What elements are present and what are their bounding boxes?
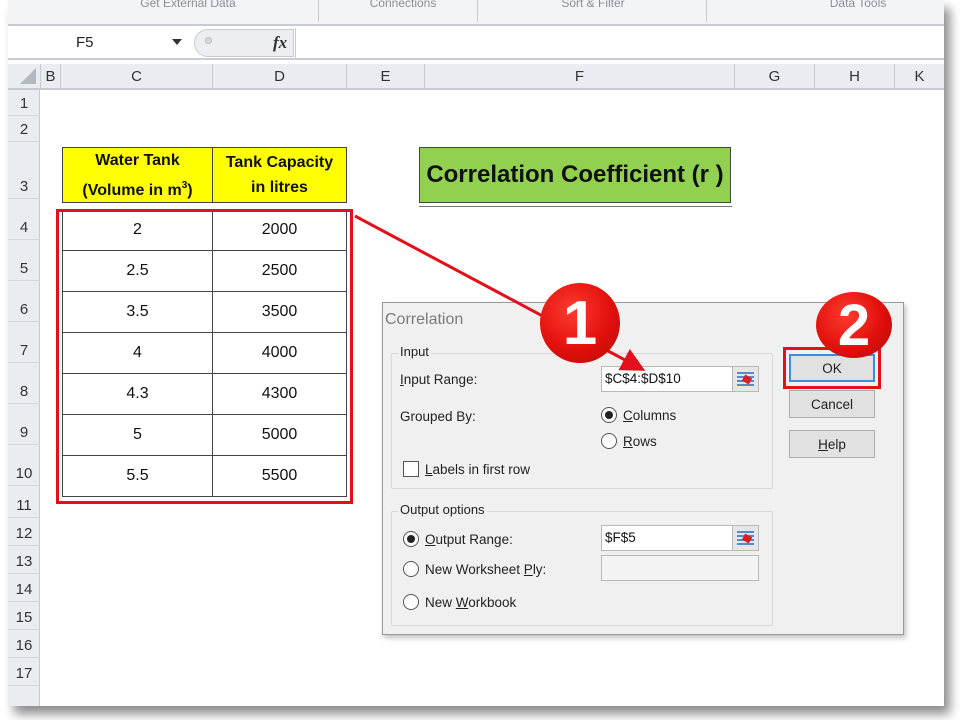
row-header[interactable]: 15	[8, 602, 40, 630]
output-options-label: Output options	[398, 502, 487, 517]
insert-function-icon[interactable]: fx	[273, 33, 287, 53]
ribbon-group-get-external-data: Get External Data	[140, 0, 236, 10]
column-header-g[interactable]: G	[734, 64, 814, 90]
column-header-k[interactable]: K	[894, 64, 944, 90]
new-workbook-radio[interactable]	[403, 594, 419, 610]
ribbon-group-data-tools: Data Tools	[829, 0, 887, 10]
chevron-down-icon[interactable]	[172, 39, 182, 45]
row-header[interactable]: 3	[8, 142, 40, 199]
input-range-label: Input Range:	[400, 372, 478, 387]
row-header[interactable]: 16	[8, 630, 40, 658]
row-header[interactable]: 10	[8, 445, 40, 486]
output-range-label[interactable]: Output Range:	[425, 532, 513, 547]
row-header[interactable]: 14	[8, 574, 40, 602]
column-header-d[interactable]: D	[212, 64, 346, 90]
step-2-badge: 2	[816, 292, 892, 358]
cancel-button[interactable]: Cancel	[789, 390, 875, 418]
input-range-field[interactable]: $C$4:$D$10	[601, 366, 759, 392]
labels-first-row-checkbox[interactable]	[403, 461, 419, 477]
row-header[interactable]: 7	[8, 322, 40, 363]
header-water-tank-line1: Water Tank	[95, 151, 180, 169]
title-underline	[419, 206, 732, 207]
header-tank-capacity: Tank Capacity in litres	[212, 147, 347, 203]
formula-bar-controls: fx	[194, 29, 294, 57]
new-worksheet-label[interactable]: New Worksheet Ply:	[425, 562, 546, 577]
header-tank-capacity-line1: Tank Capacity	[225, 154, 334, 171]
formula-input[interactable]	[295, 28, 944, 58]
new-worksheet-radio[interactable]	[403, 561, 419, 577]
row-headers: 1 2 3 4 5 6 7 8 9 10 11 12 13 14 15 16 17	[8, 90, 40, 706]
input-range-highlight	[56, 209, 353, 504]
ribbon-group-connections: Connections	[369, 0, 437, 10]
screenshot-frame: Get External Data Connections Sort & Fil…	[0, 0, 960, 720]
step-1-badge: 1	[540, 283, 620, 363]
name-box[interactable]: F5	[8, 28, 193, 58]
row-header[interactable]: 17	[8, 658, 40, 686]
columns-radio-label[interactable]: Columns	[623, 408, 676, 423]
select-all-corner[interactable]	[20, 68, 36, 84]
column-header-c[interactable]: C	[60, 64, 212, 90]
correlation-title-box: Correlation Coefficient (r )	[419, 147, 731, 203]
row-header[interactable]: 9	[8, 404, 40, 445]
row-header[interactable]: 6	[8, 281, 40, 322]
columns-radio[interactable]	[601, 407, 617, 423]
row-header[interactable]: 1	[8, 90, 40, 116]
column-headers: B C D E F G H K	[8, 64, 944, 90]
row-header[interactable]: 5	[8, 240, 40, 281]
row-header[interactable]: 4	[8, 199, 40, 240]
header-water-tank: Water Tank (Volume in m3)	[62, 147, 213, 203]
row-header[interactable]: 2	[8, 116, 40, 142]
output-range-value: $F$5	[605, 530, 636, 545]
dialog-title: Correlation	[385, 311, 464, 328]
new-worksheet-field[interactable]	[601, 555, 759, 581]
range-selector-button[interactable]	[732, 526, 758, 550]
range-selector-button[interactable]	[732, 367, 758, 391]
row-header[interactable]: 8	[8, 363, 40, 404]
output-range-radio[interactable]	[403, 531, 419, 547]
name-box-value: F5	[76, 34, 94, 51]
input-group-label: Input	[398, 344, 431, 359]
column-header-h[interactable]: H	[814, 64, 894, 90]
column-header-e[interactable]: E	[346, 64, 424, 90]
row-header[interactable]: 13	[8, 546, 40, 574]
output-range-field[interactable]: $F$5	[601, 525, 759, 551]
help-button[interactable]: Help	[789, 430, 875, 458]
grouped-by-label: Grouped By:	[400, 409, 476, 424]
ribbon-group-labels: Get External Data Connections Sort & Fil…	[8, 0, 944, 26]
row-header[interactable]: 11	[8, 486, 40, 518]
rows-radio[interactable]	[601, 433, 617, 449]
ribbon-separator	[706, 0, 707, 22]
header-tank-capacity-line2: in litres	[251, 179, 308, 196]
ribbon-separator	[318, 0, 319, 22]
resize-handle-icon[interactable]	[205, 37, 212, 44]
column-header-f[interactable]: F	[424, 64, 734, 90]
new-workbook-label[interactable]: New Workbook	[425, 595, 516, 610]
ribbon-group-sort-filter: Sort & Filter	[561, 0, 625, 10]
rows-radio-label[interactable]: Rows	[623, 434, 657, 449]
column-header-b[interactable]: B	[40, 64, 60, 90]
row-header[interactable]: 12	[8, 518, 40, 546]
input-range-value: $C$4:$D$10	[605, 371, 681, 386]
formula-bar: F5 fx	[8, 28, 944, 60]
header-water-tank-line2: (Volume in m3)	[82, 179, 193, 199]
labels-first-row-label[interactable]: Labels in first row	[425, 462, 530, 477]
